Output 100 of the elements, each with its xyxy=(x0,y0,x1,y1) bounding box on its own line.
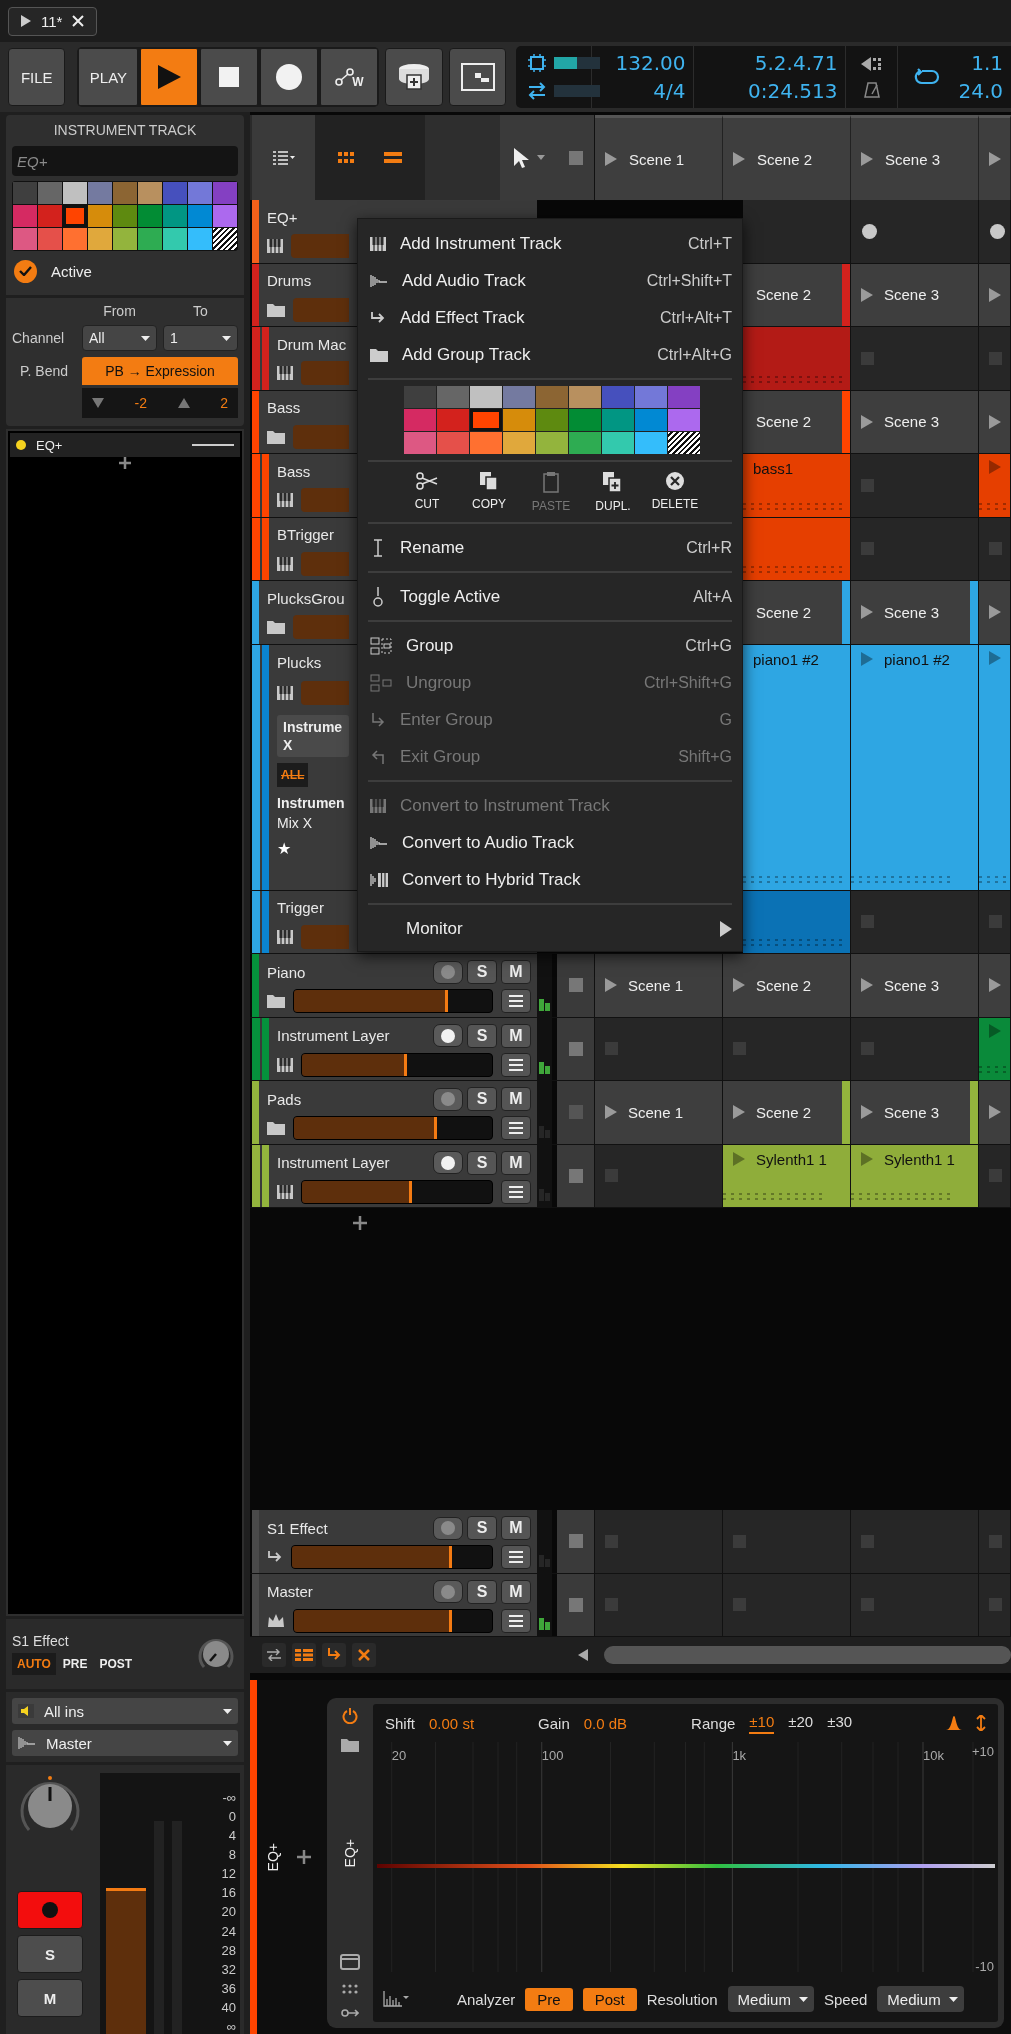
scene-launcher[interactable]: Scene 2 xyxy=(743,263,851,326)
file-button[interactable]: FILE xyxy=(8,48,66,106)
scene-header[interactable]: Scene 2 xyxy=(723,115,851,200)
time-display[interactable]: 0:24.513 xyxy=(702,79,838,103)
scene-launcher[interactable]: Scene 3 xyxy=(851,263,979,326)
clip[interactable]: piano1 #2 xyxy=(851,644,979,890)
range-option[interactable]: ±30 xyxy=(827,1712,853,1734)
track-name: Piano xyxy=(267,963,307,981)
input-dropdown[interactable]: All ins xyxy=(12,1698,238,1724)
device-header[interactable]: EQ+ xyxy=(10,433,240,457)
speed-dropdown[interactable]: Medium xyxy=(877,1986,964,2012)
tempo-display[interactable]: 132.00 xyxy=(600,51,686,75)
edit-action-button[interactable]: COPY xyxy=(458,471,520,513)
menu-item[interactable]: Group Ctrl+G xyxy=(358,627,742,664)
track-name: Bass xyxy=(267,399,302,417)
param-value[interactable]: 0.00 st xyxy=(429,1714,475,1732)
chain-label: EQ+ xyxy=(265,1842,281,1872)
favorite-star[interactable]: ★ xyxy=(277,838,291,858)
automation-button[interactable]: W xyxy=(320,48,379,106)
gain-label: +10 xyxy=(971,1744,994,1759)
analyzer-toggle[interactable]: Pre xyxy=(525,1987,573,2011)
resolution-dropdown[interactable]: Medium xyxy=(727,1986,814,2012)
mute-button[interactable]: M xyxy=(501,1150,531,1175)
send-mode-tab[interactable]: PRE xyxy=(57,1653,93,1675)
instrument-chip[interactable]: Instrume X xyxy=(277,714,349,757)
range-option[interactable]: ±10 xyxy=(749,1712,775,1734)
track-name-field[interactable]: EQ+ xyxy=(12,146,238,176)
solo-button[interactable]: S xyxy=(467,1579,497,1604)
menu-item[interactable]: Convert to Hybrid Track xyxy=(358,861,742,898)
menu-item[interactable]: Convert to Audio Track xyxy=(358,824,742,861)
scene-launcher[interactable]: Scene 2 xyxy=(743,390,851,453)
scene-launcher[interactable]: Scene 2 xyxy=(723,1081,851,1144)
menu-item[interactable]: Add Group Track Ctrl+Alt+G xyxy=(358,336,742,373)
loop-length-display[interactable]: 24.0 xyxy=(958,79,1003,103)
mute-button[interactable]: M xyxy=(17,1979,83,2017)
menu-item[interactable]: Add Audio Track Ctrl+Shift+T xyxy=(358,262,742,299)
track-name: Bass xyxy=(277,462,312,480)
clip[interactable]: bass1 xyxy=(743,454,851,517)
scene-launcher[interactable]: Scene 1 xyxy=(595,1081,723,1144)
active-label: Active xyxy=(51,262,92,280)
meter-scale-label: 28 xyxy=(221,1943,236,1958)
edit-action-button[interactable]: CUT xyxy=(396,471,458,513)
mute-button[interactable]: M xyxy=(501,1087,531,1111)
meter-scale-label: -∞ xyxy=(222,1791,236,1805)
frequency-label: 1k xyxy=(732,1748,747,1763)
meter-scale-label: 16 xyxy=(221,1886,236,1901)
project-tab[interactable]: 11* xyxy=(8,6,98,36)
send-mode-tab[interactable]: AUTO xyxy=(12,1653,56,1675)
scene-launcher[interactable]: Scene 3 xyxy=(851,581,979,644)
output-dropdown[interactable]: Master xyxy=(12,1730,238,1756)
from-dropdown[interactable]: All xyxy=(82,325,157,351)
to-dropdown[interactable]: 1 xyxy=(163,325,238,351)
mute-button[interactable]: M xyxy=(501,1579,531,1604)
clip[interactable]: Sylenth1 1 xyxy=(723,1144,851,1207)
mute-button[interactable]: M xyxy=(501,960,531,984)
scene-header[interactable]: Scene 3 xyxy=(851,115,979,200)
device-title: EQ+ xyxy=(342,1838,358,1868)
gain-label: -10 xyxy=(975,1959,994,1974)
solo-button[interactable]: S xyxy=(467,1023,497,1048)
scene-launcher[interactable]: Scene 2 xyxy=(743,581,851,644)
send-mode-tab[interactable]: POST xyxy=(94,1653,138,1675)
edit-action-button[interactable]: DELETE xyxy=(644,471,706,513)
scene-launcher[interactable]: Scene 1 xyxy=(595,954,723,1017)
menu-item[interactable]: Toggle Active Alt+A xyxy=(358,578,742,615)
scene-launcher[interactable]: Scene 3 xyxy=(851,954,979,1017)
scene-launcher[interactable]: Scene 3 xyxy=(851,390,979,453)
time-signature-display[interactable]: 4/4 xyxy=(600,79,686,103)
bend-down-value[interactable]: -2 xyxy=(134,395,148,411)
solo-button[interactable]: S xyxy=(17,1935,83,1973)
param-label: Gain xyxy=(538,1714,570,1732)
solo-button[interactable]: S xyxy=(467,960,497,984)
scene-header[interactable]: Scene 1 xyxy=(595,115,723,200)
solo-button[interactable]: S xyxy=(467,1516,497,1540)
mute-button[interactable]: M xyxy=(501,1023,531,1048)
clip[interactable]: piano1 #2 xyxy=(743,644,851,890)
pitch-bend-button[interactable]: PB → Expression xyxy=(82,357,238,385)
range-option[interactable]: ±20 xyxy=(788,1712,814,1734)
scene-launcher[interactable]: Scene 2 xyxy=(723,954,851,1017)
menu-item[interactable]: Monitor xyxy=(358,910,742,947)
solo-button[interactable]: S xyxy=(467,1087,497,1111)
edit-action-button[interactable]: DUPL. xyxy=(582,471,644,513)
menu-item[interactable]: Add Instrument Track Ctrl+T xyxy=(358,225,742,262)
keyboard-shortcut: Alt+A xyxy=(693,587,732,606)
solo-button[interactable]: S xyxy=(467,1150,497,1175)
keyboard-shortcut: Ctrl+T xyxy=(688,234,732,253)
meter-scale-label: 20 xyxy=(221,1905,236,1920)
bend-up-value[interactable]: 2 xyxy=(220,395,228,411)
scene-launcher[interactable]: Scene 3 xyxy=(851,1081,979,1144)
analyzer-toggle[interactable]: Post xyxy=(582,1987,637,2011)
param-value[interactable]: 0.0 dB xyxy=(583,1714,628,1732)
position-display[interactable]: 5.2.4.71 xyxy=(702,51,838,75)
eq-graph[interactable]: 20 100 1k 10k +10 -10 xyxy=(373,1742,998,1976)
keyboard-shortcut: Shift+G xyxy=(678,747,732,766)
clip[interactable]: Sylenth1 1 xyxy=(851,1144,979,1207)
mute-button[interactable]: M xyxy=(501,1516,531,1540)
menu-item[interactable]: Add Effect Track Ctrl+Alt+T xyxy=(358,299,742,336)
play-menu-button[interactable]: PLAY xyxy=(78,48,139,106)
menu-item[interactable]: Rename Ctrl+R xyxy=(358,529,742,566)
loop-start-display[interactable]: 1.1 xyxy=(958,51,1003,75)
track-name: S1 Effect xyxy=(267,1519,329,1537)
